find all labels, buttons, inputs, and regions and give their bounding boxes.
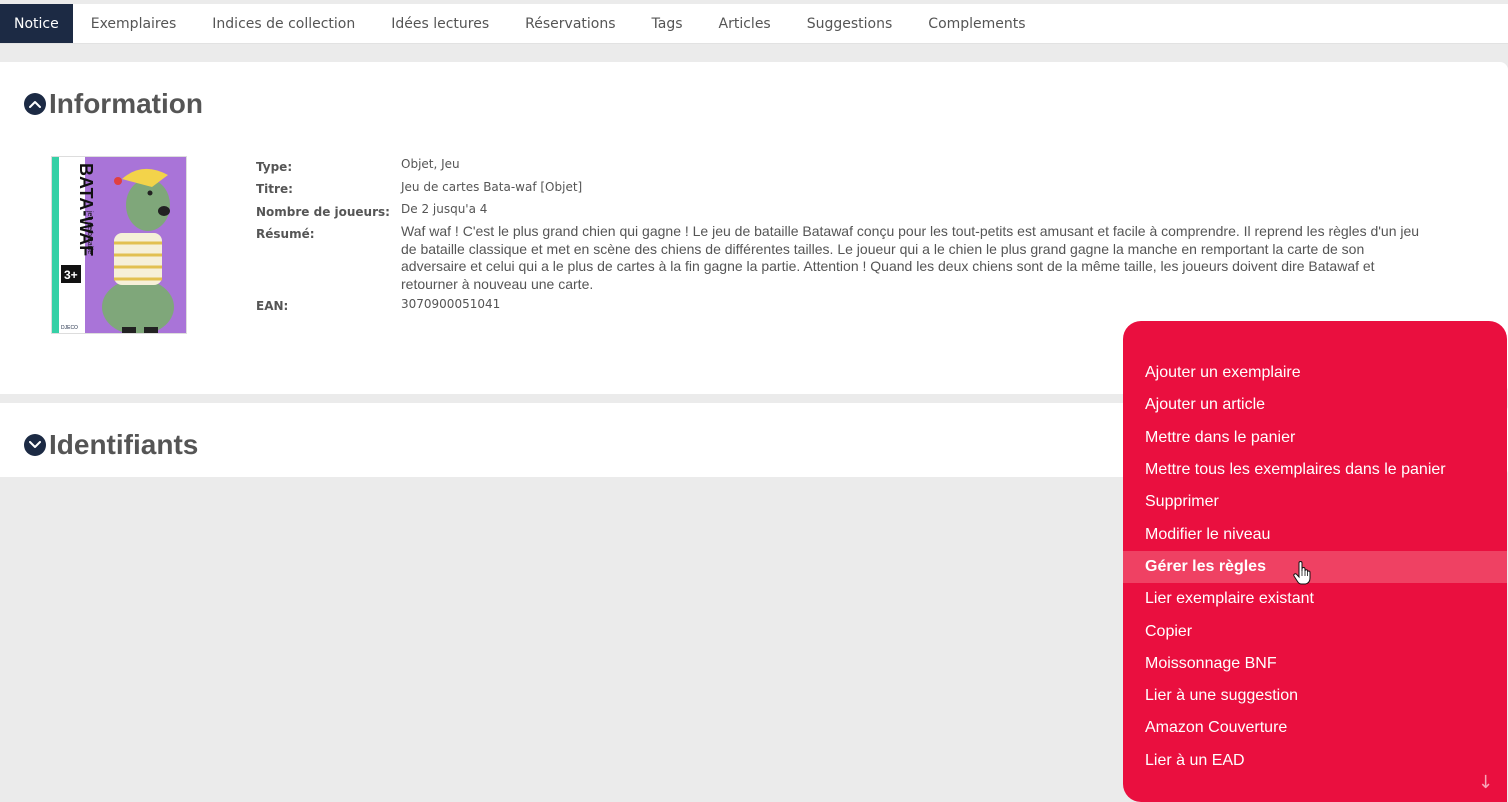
menu-item-amazon-couverture[interactable]: Amazon Couverture: [1123, 712, 1507, 744]
resume-value: Waf waf ! C'est le plus grand chien qui …: [401, 223, 1420, 292]
tab-bar: Notice Exemplaires Indices de collection…: [0, 4, 1508, 44]
ean-value: 3070900051041: [401, 297, 501, 311]
tab-articles[interactable]: Articles: [701, 4, 789, 43]
tab-exemplaires[interactable]: Exemplaires: [73, 4, 195, 43]
menu-item-gerer-les-regles[interactable]: Gérer les règles: [1123, 550, 1507, 584]
menu-item-supprimer[interactable]: Supprimer: [1123, 486, 1507, 518]
menu-item-ajouter-un-article[interactable]: Ajouter un article: [1123, 389, 1507, 421]
menu-item-mettre-dans-le-panier[interactable]: Mettre dans le panier: [1123, 422, 1507, 454]
menu-item-mettre-tous-les-exemplaires-dans-le-panier[interactable]: Mettre tous les exemplaires dans le pani…: [1123, 454, 1507, 486]
tab-complements[interactable]: Complements: [910, 4, 1043, 43]
tab-reservations[interactable]: Réservations: [507, 4, 633, 43]
ean-label: EAN:: [256, 299, 289, 313]
titre-label: Titre:: [256, 182, 293, 196]
menu-item-ajouter-un-exemplaire[interactable]: Ajouter un exemplaire: [1123, 357, 1507, 389]
menu-item-copier[interactable]: Copier: [1123, 615, 1507, 647]
nombre-de-joueurs-value: De 2 jusqu'a 4: [401, 202, 488, 216]
cover-brand-text: DJECO: [61, 325, 78, 331]
identifiants-header[interactable]: Identifiants: [24, 429, 198, 461]
menu-item-moissonnage-bnf[interactable]: Moissonnage BNF: [1123, 648, 1507, 680]
information-header[interactable]: Information: [24, 88, 203, 120]
menu-item-lier-a-un-ead[interactable]: Lier à un EAD: [1123, 745, 1507, 777]
chevron-up-icon[interactable]: [24, 93, 46, 115]
cover-image: BATA-WAF jeu de bataille 3+ DJECO: [51, 156, 187, 334]
resume-label: Résumé:: [256, 227, 315, 241]
type-label: Type:: [256, 160, 293, 174]
arrow-down-icon[interactable]: ↓: [1478, 772, 1493, 793]
cover-subtitle-text: jeu de bataille: [86, 210, 93, 254]
information-title: Information: [49, 88, 203, 119]
tab-indices-de-collection[interactable]: Indices de collection: [194, 4, 373, 43]
tab-suggestions[interactable]: Suggestions: [789, 4, 911, 43]
menu-item-lier-a-une-suggestion[interactable]: Lier à une suggestion: [1123, 680, 1507, 712]
cover-age-text: 3+: [64, 268, 78, 282]
identifiants-title: Identifiants: [49, 429, 199, 460]
nombre-de-joueurs-label: Nombre de joueurs:: [256, 205, 390, 219]
hand-cursor-icon: [1293, 560, 1311, 589]
tab-notice[interactable]: Notice: [0, 4, 73, 43]
menu-item-lier-exemplaire-existant[interactable]: Lier exemplaire existant: [1123, 583, 1507, 615]
tab-idees-lectures[interactable]: Idées lectures: [373, 4, 507, 43]
menu-item-modifier-le-niveau[interactable]: Modifier le niveau: [1123, 518, 1507, 550]
chevron-down-icon[interactable]: [24, 434, 46, 456]
titre-value: Jeu de cartes Bata-waf [Objet]: [401, 180, 583, 194]
action-menu: Ajouter un exemplaire Ajouter un article…: [1123, 321, 1507, 802]
tab-tags[interactable]: Tags: [634, 4, 701, 43]
type-value: Objet, Jeu: [401, 157, 460, 171]
